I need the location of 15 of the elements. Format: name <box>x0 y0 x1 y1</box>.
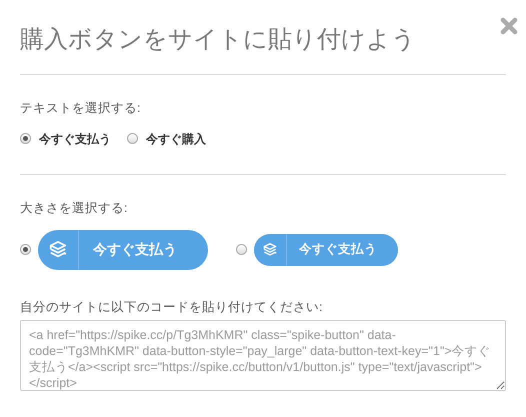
section-label: 大きさを選択する: <box>20 200 128 217</box>
section-label: 自分のサイトに以下のコードを貼り付けてください: <box>20 298 324 316</box>
radio-button[interactable] <box>20 133 31 144</box>
option-label[interactable]: 今すぐ支払う <box>39 130 111 148</box>
logo-icon <box>49 240 67 258</box>
pay-button[interactable]: 今すぐ支払う <box>38 230 208 270</box>
section-label: テキストを選択する: <box>20 100 142 117</box>
dialog-title: 購入ボタンをサイトに貼り付けよう <box>20 25 417 55</box>
radio-button[interactable] <box>127 133 138 144</box>
radio-button[interactable] <box>20 244 31 255</box>
logo-icon <box>263 242 277 256</box>
pay-button[interactable]: 今すぐ支払う <box>254 234 398 266</box>
radio-button[interactable] <box>236 244 247 255</box>
code-field[interactable]: <a href="https://spike.cc/p/Tg3MhKMR" class="spike-button" data-code="Tg3MhKMR" data-button-style="pay_large" data-button-text-key="1">今すぐ支払う</a><script src="https://spike.cc/button/v1/button.js" type="text/javascript"></script> <box>20 320 506 392</box>
option-label[interactable]: 今すぐ購入 <box>146 130 206 148</box>
